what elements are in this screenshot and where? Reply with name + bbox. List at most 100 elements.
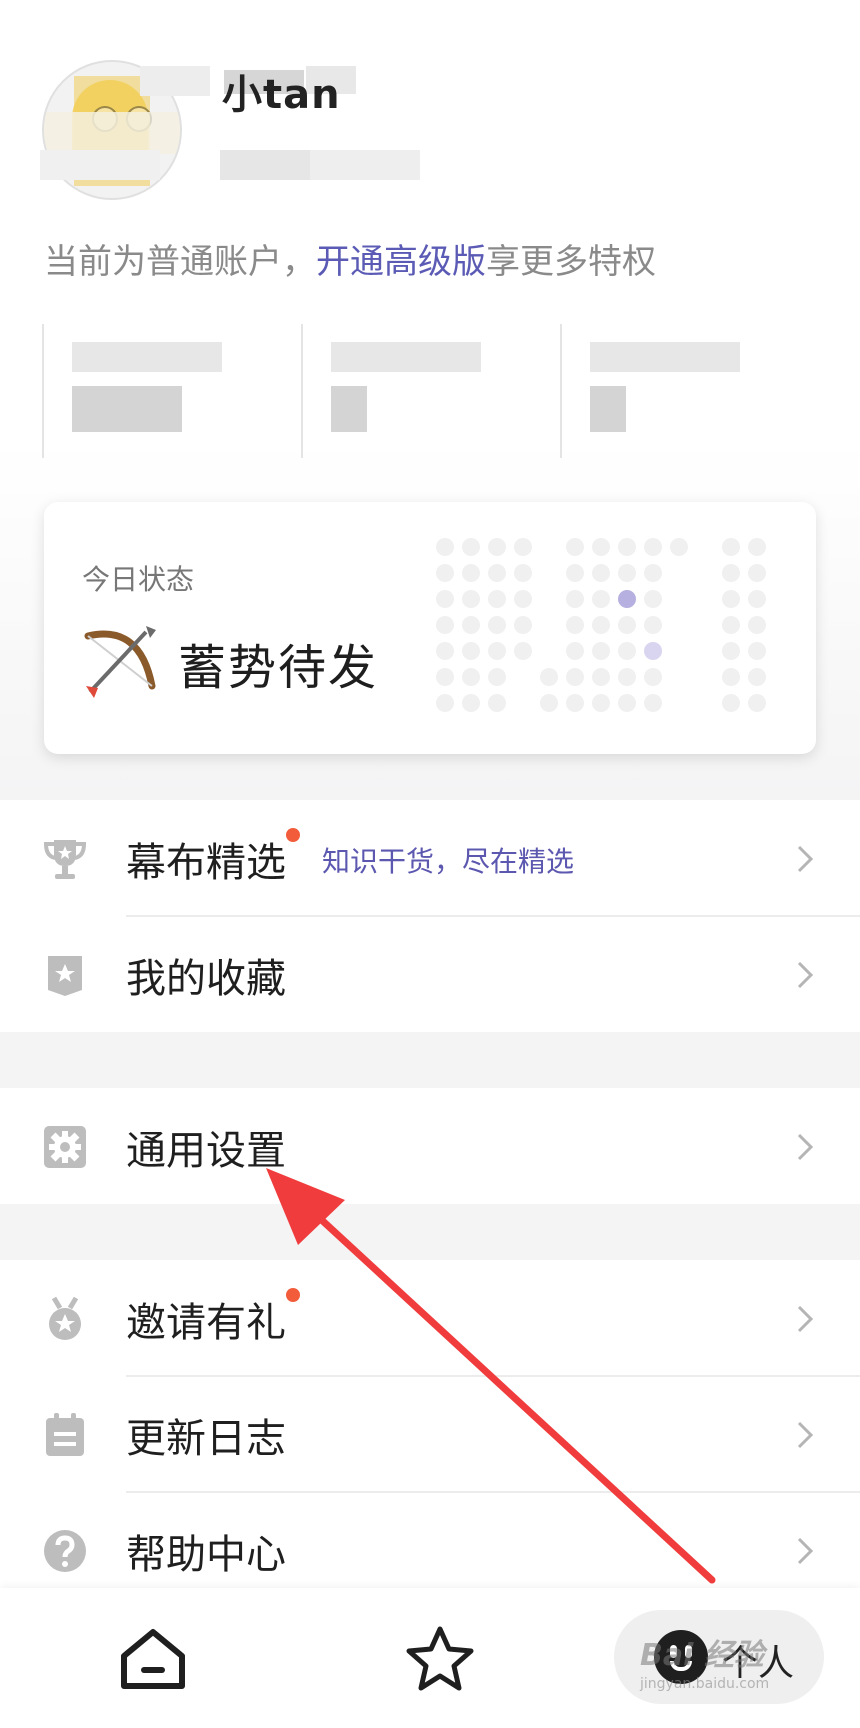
menu-item-featured[interactable]: 幕布精选 知识干货，尽在精选: [0, 800, 860, 916]
activity-dot: [644, 668, 662, 686]
menu-item-favorites[interactable]: 我的收藏: [0, 916, 860, 1032]
activity-dot: [618, 538, 636, 556]
stat-mosaic: [331, 386, 367, 432]
activity-dot: [592, 538, 610, 556]
activity-dot: [644, 564, 662, 582]
menu-item-label: 帮助中心: [126, 1532, 286, 1578]
watermark-text: Bai 经验: [640, 1638, 764, 1673]
menu-item-invite[interactable]: 邀请有礼: [0, 1260, 860, 1376]
activity-dot: [592, 642, 610, 660]
stat-mosaic: [72, 342, 222, 372]
activity-dot: [488, 590, 506, 608]
activity-dot: [670, 538, 688, 556]
menu-item-label: 更新日志: [126, 1416, 286, 1462]
activity-dot: [748, 694, 766, 712]
chevron-right-icon: [797, 961, 814, 989]
menu-item-label: 通用设置: [126, 1128, 286, 1174]
star-icon[interactable]: [405, 1624, 475, 1692]
stat-item[interactable]: [560, 324, 820, 458]
activity-dot: [462, 564, 480, 582]
activity-dot: [488, 538, 506, 556]
activity-dot: [514, 590, 532, 608]
stat-item[interactable]: [301, 324, 561, 458]
watermark-sub: jingyan.baidu.com: [640, 1676, 770, 1692]
activity-dot: [540, 668, 558, 686]
account-status-suffix: 享更多特权: [486, 242, 656, 282]
chevron-right-icon: [797, 1537, 814, 1565]
stat-mosaic: [590, 342, 740, 372]
activity-dot: [618, 590, 636, 608]
home-icon[interactable]: [118, 1626, 188, 1692]
watermark: Bai 经验 jingyan.baidu.com: [640, 1630, 769, 1692]
activity-dot: [540, 694, 558, 712]
menu-item-label: 我的收藏: [126, 956, 286, 1002]
activity-dot: [748, 616, 766, 634]
activity-dot: [488, 642, 506, 660]
activity-dot: [462, 616, 480, 634]
activity-dot: [462, 668, 480, 686]
new-badge-dot: [286, 828, 300, 842]
activity-dot: [592, 616, 610, 634]
activity-dot: [722, 694, 740, 712]
activity-dot: [748, 538, 766, 556]
activity-dot: [514, 616, 532, 634]
activity-dot: [436, 694, 454, 712]
activity-dot: [514, 538, 532, 556]
activity-dot: [436, 616, 454, 634]
new-badge-dot: [286, 1288, 300, 1302]
activity-dot: [722, 538, 740, 556]
activity-dot: [722, 642, 740, 660]
activity-dot: [644, 616, 662, 634]
account-status-line: 当前为普通账户，开通高级版享更多特权: [44, 234, 656, 283]
section-gap: [0, 1032, 860, 1088]
activity-dot: [592, 694, 610, 712]
activity-dot: [566, 616, 584, 634]
activity-dot: [514, 564, 532, 582]
activity-dot: [748, 564, 766, 582]
upgrade-link[interactable]: 开通高级版: [316, 242, 486, 282]
menu-item-label: 幕布精选: [126, 840, 286, 886]
help-icon: [44, 1530, 86, 1572]
activity-dot: [462, 642, 480, 660]
activity-dot: [618, 668, 636, 686]
profile-screen: 小tan 当前为普通账户，开通高级版享更多特权 今日状态 蓄势待发 幕布精选 知…: [0, 0, 860, 1728]
activity-dot: [462, 590, 480, 608]
stat-item[interactable]: [42, 324, 302, 458]
chevron-right-icon: [797, 845, 814, 873]
activity-dot: [722, 616, 740, 634]
today-status-title: 今日状态: [82, 563, 195, 596]
username: 小tan: [222, 72, 341, 118]
activity-dot: [748, 590, 766, 608]
stat-mosaic: [72, 386, 182, 432]
activity-dot: [566, 694, 584, 712]
activity-dot: [566, 538, 584, 556]
medal-icon: [49, 1296, 81, 1340]
activity-dot: [436, 538, 454, 556]
activity-dot: [436, 590, 454, 608]
activity-dot: [566, 668, 584, 686]
activity-dot: [644, 538, 662, 556]
bow-and-arrow-icon: [84, 626, 156, 698]
activity-dot: [644, 642, 662, 660]
chevron-right-icon: [797, 1133, 814, 1161]
avatar-blur-band: [44, 112, 180, 154]
bookmark-star-icon: [48, 956, 82, 996]
activity-dot: [436, 668, 454, 686]
activity-dot: [488, 694, 506, 712]
activity-dot: [436, 564, 454, 582]
chevron-right-icon: [797, 1305, 814, 1333]
activity-dot: [644, 590, 662, 608]
menu-item-settings[interactable]: 通用设置: [0, 1088, 860, 1204]
activity-dot: [748, 642, 766, 660]
today-status-card[interactable]: 今日状态 蓄势待发: [44, 502, 816, 754]
activity-dot: [618, 616, 636, 634]
activity-dot: [618, 642, 636, 660]
featured-tagline: 知识干货，尽在精选: [322, 845, 575, 878]
stat-mosaic: [590, 386, 626, 432]
activity-dot: [488, 564, 506, 582]
menu-item-changelog[interactable]: 更新日志: [0, 1376, 860, 1492]
activity-dot: [618, 564, 636, 582]
activity-dot: [566, 564, 584, 582]
gear-icon: [44, 1126, 86, 1168]
activity-dot-grid: [436, 538, 776, 718]
